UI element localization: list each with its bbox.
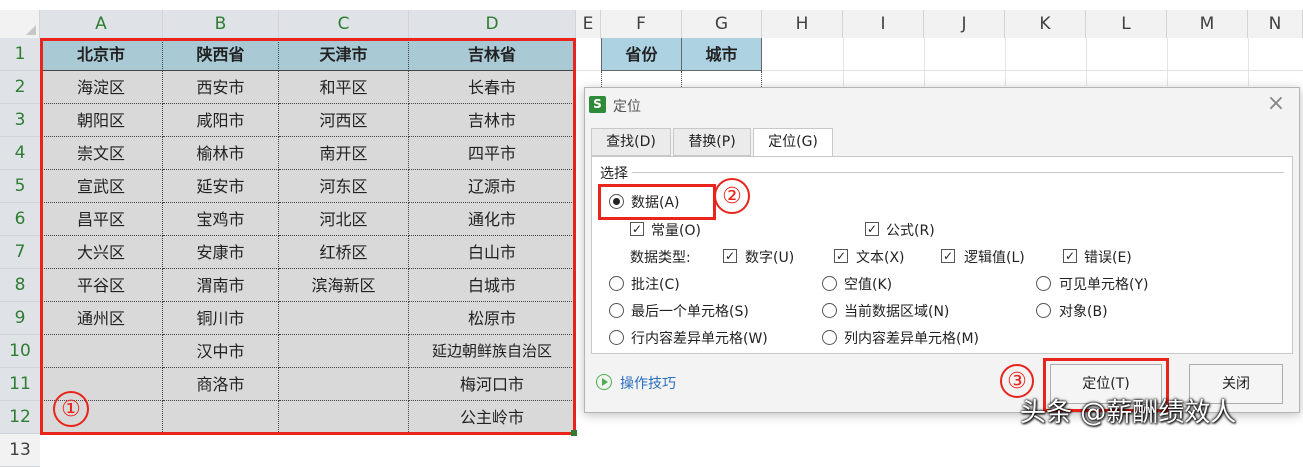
annotation-circle-1: ① — [53, 391, 89, 427]
column-header-j[interactable]: J — [924, 10, 1005, 38]
row-header-11[interactable]: 11 — [0, 368, 40, 401]
row-header-10[interactable]: 10 — [0, 335, 40, 368]
row-header-1[interactable]: 1 — [0, 38, 40, 71]
tab-goto[interactable]: 定位(G) — [753, 128, 833, 157]
gridline — [924, 38, 925, 86]
column-header-d[interactable]: D — [409, 10, 576, 38]
checkbox-text[interactable]: ✓ — [834, 249, 848, 263]
watermark: 头条 @薪酬绩效人 — [1020, 398, 1237, 428]
checkbox-error[interactable]: ✓ — [1063, 249, 1077, 263]
radio-column-differences[interactable] — [822, 330, 837, 345]
selection-highlight — [40, 38, 576, 435]
select-all-corner[interactable] — [0, 10, 40, 38]
column-header-n[interactable]: N — [1248, 10, 1303, 38]
label-formula: 公式(R) — [886, 223, 935, 239]
column-header-a[interactable]: A — [40, 10, 163, 38]
label-current-region: 当前数据区域(N) — [844, 304, 950, 320]
fill-handle[interactable] — [571, 430, 577, 436]
label-logical: 逻辑值(L) — [964, 250, 1025, 266]
gridline — [1005, 38, 1006, 86]
gridline — [1248, 38, 1249, 86]
close-icon[interactable]: × — [1261, 90, 1291, 120]
row-header-13[interactable]: 13 — [0, 434, 40, 467]
row-header-2[interactable]: 2 — [0, 71, 40, 104]
radio-data[interactable] — [609, 194, 624, 209]
label-constant: 常量(O) — [651, 223, 701, 239]
label-blanks: 空值(K) — [844, 277, 893, 293]
tips-play-icon[interactable] — [596, 374, 612, 390]
column-header-g[interactable]: G — [682, 10, 762, 38]
label-number: 数字(U) — [745, 250, 795, 266]
label-data-type: 数据类型: — [630, 250, 691, 266]
column-header-m[interactable]: M — [1167, 10, 1248, 38]
radio-row-differences[interactable] — [609, 330, 624, 345]
column-header-h[interactable]: H — [762, 10, 843, 38]
label-visible-cells: 可见单元格(Y) — [1059, 277, 1149, 293]
radio-last-cell[interactable] — [609, 303, 624, 318]
goto-panel: 选择 数据(A) ② ✓ 常量(O) ✓ 公式(R) 数据类型: ✓ 数字(U)… — [591, 156, 1293, 354]
column-header-bar: A B C D E F G H I J K L M N — [0, 0, 1303, 38]
checkbox-constant[interactable]: ✓ — [630, 222, 644, 236]
column-header-f[interactable]: F — [601, 10, 682, 38]
tips-link[interactable]: 操作技巧 — [620, 373, 676, 393]
label-last-cell: 最后一个单元格(S) — [631, 304, 749, 320]
row-header-7[interactable]: 7 — [0, 236, 40, 269]
radio-blanks[interactable] — [822, 276, 837, 291]
row-header-12[interactable]: 12 — [0, 401, 40, 434]
label-error: 错误(E) — [1084, 250, 1132, 266]
column-header-k[interactable]: K — [1005, 10, 1086, 38]
side-table-header[interactable]: 省份 — [601, 38, 682, 71]
tab-find[interactable]: 查找(D) — [591, 128, 671, 156]
radio-objects[interactable] — [1036, 303, 1051, 318]
side-table-border — [761, 71, 762, 87]
column-header-e[interactable]: E — [576, 10, 601, 38]
radio-current-region[interactable] — [822, 303, 837, 318]
checkbox-number[interactable]: ✓ — [723, 249, 737, 263]
label-comments: 批注(C) — [631, 277, 680, 293]
column-header-l[interactable]: L — [1086, 10, 1167, 38]
row-header-9[interactable]: 9 — [0, 302, 40, 335]
side-table-border — [681, 71, 682, 87]
label-text: 文本(X) — [856, 250, 905, 266]
row-header-4[interactable]: 4 — [0, 137, 40, 170]
row-header-3[interactable]: 3 — [0, 104, 40, 137]
column-header-c[interactable]: C — [279, 10, 409, 38]
tab-replace[interactable]: 替换(P) — [673, 128, 751, 156]
side-table-border — [601, 71, 602, 87]
annotation-circle-2: ② — [714, 178, 750, 214]
gridline — [1086, 38, 1087, 86]
group-divider — [632, 172, 1284, 173]
checkbox-formula[interactable]: ✓ — [865, 222, 879, 236]
label-row-differences: 行内容差异单元格(W) — [631, 331, 768, 347]
column-header-i[interactable]: I — [843, 10, 924, 38]
checkbox-logical[interactable]: ✓ — [941, 249, 955, 263]
group-label: 选择 — [600, 166, 628, 182]
row-header-8[interactable]: 8 — [0, 269, 40, 302]
side-table-header[interactable]: 城市 — [682, 38, 762, 71]
label-objects: 对象(B) — [1059, 304, 1108, 320]
wps-app-icon: S — [589, 96, 606, 113]
label-column-differences: 列内容差异单元格(M) — [844, 331, 980, 347]
row-header-5[interactable]: 5 — [0, 170, 40, 203]
gridline — [1167, 38, 1168, 86]
label-data: 数据(A) — [631, 195, 680, 211]
goto-dialog: S 定位 × 查找(D) 替换(P) 定位(G) 选择 数据(A) ② ✓ 常量… — [584, 87, 1300, 413]
column-header-b[interactable]: B — [163, 10, 279, 38]
radio-comments[interactable] — [609, 276, 624, 291]
dialog-title: 定位 — [613, 99, 641, 115]
radio-visible-cells[interactable] — [1036, 276, 1051, 291]
gridline — [843, 38, 844, 86]
row-header-6[interactable]: 6 — [0, 203, 40, 236]
dialog-titlebar[interactable]: S 定位 × — [585, 88, 1299, 122]
